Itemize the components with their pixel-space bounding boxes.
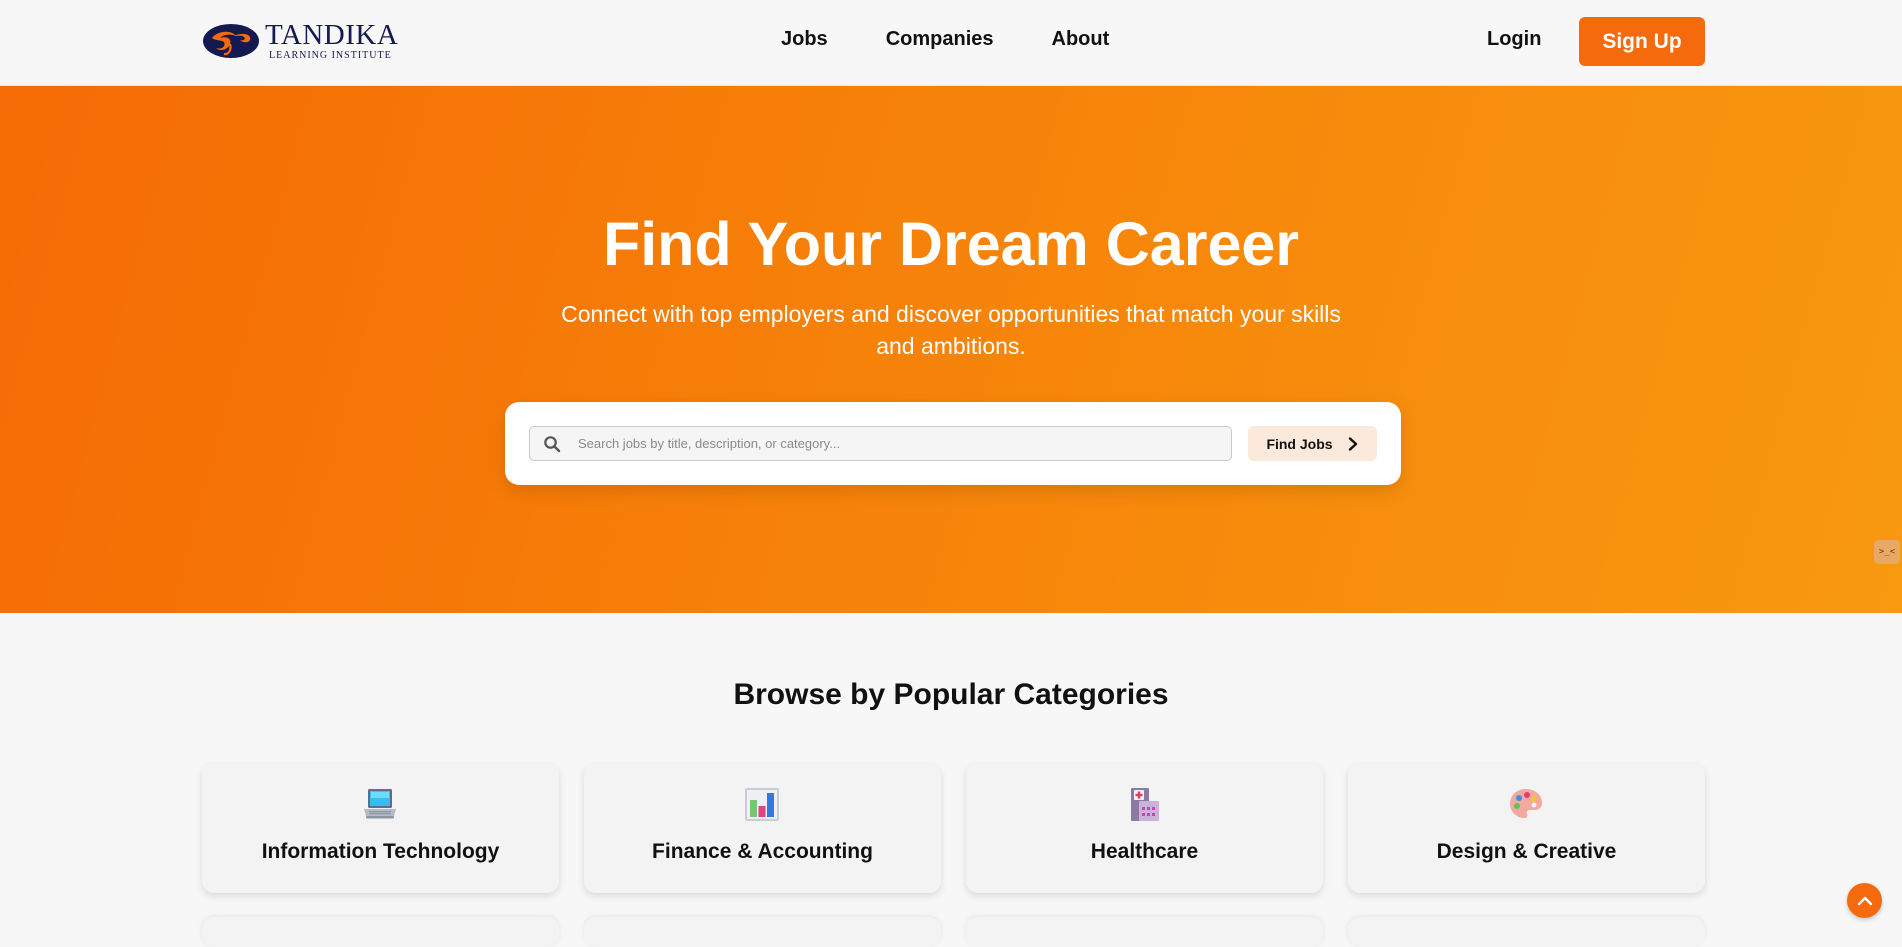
- palette-icon: [1510, 789, 1542, 818]
- categories-title: Browse by Popular Categories: [733, 678, 1169, 711]
- nav-link-companies[interactable]: Companies: [886, 28, 994, 51]
- category-card-design-creative[interactable]: Design & Creative: [1348, 763, 1705, 893]
- brand-name: TANDIKA: [265, 19, 399, 51]
- chevron-up-icon: [1857, 896, 1872, 905]
- main-nav: Jobs Companies About: [781, 28, 1167, 51]
- category-card-healthcare[interactable]: Healthcare: [966, 763, 1323, 893]
- search-icon: [544, 436, 561, 453]
- brand-subtitle: LEARNING INSTITUTE: [269, 50, 392, 61]
- login-link[interactable]: Login: [1487, 28, 1541, 51]
- search-input[interactable]: [576, 427, 1216, 460]
- find-jobs-button[interactable]: Find Jobs: [1248, 426, 1377, 461]
- nav-link-jobs[interactable]: Jobs: [781, 28, 828, 51]
- hospital-icon: [1131, 788, 1159, 821]
- category-card-finance-accounting[interactable]: Finance & Accounting: [584, 763, 941, 893]
- brand-logo[interactable]: TANDIKA LEARNING INSTITUTE: [202, 19, 399, 61]
- hero-section: Find Your Dream Career Connect with top …: [0, 86, 1902, 613]
- nav-link-about[interactable]: About: [1052, 28, 1110, 51]
- category-card-partial[interactable]: [966, 917, 1323, 947]
- category-card-partial[interactable]: [1348, 917, 1705, 947]
- side-feedback-widget[interactable]: >_<: [1874, 540, 1900, 564]
- laptop-icon: [364, 789, 396, 819]
- hero-title: Find Your Dream Career: [602, 210, 1300, 278]
- category-card-partial[interactable]: [584, 917, 941, 947]
- category-grid: Information Technology Finance & Account…: [202, 763, 1705, 893]
- category-label: Healthcare: [1090, 840, 1199, 863]
- site-header: TANDIKA LEARNING INSTITUTE Jobs Companie…: [0, 0, 1902, 86]
- category-card-partial[interactable]: [202, 917, 559, 947]
- find-jobs-label: Find Jobs: [1266, 435, 1333, 452]
- category-label: Information Technology: [261, 840, 500, 863]
- category-label: Finance & Accounting: [652, 840, 873, 863]
- category-card-information-technology[interactable]: Information Technology: [202, 763, 559, 893]
- chevron-right-icon: [1348, 436, 1357, 451]
- signup-button[interactable]: Sign Up: [1579, 17, 1705, 66]
- scroll-to-top-button[interactable]: [1847, 883, 1882, 918]
- search-card: Find Jobs: [505, 402, 1401, 485]
- logo-emblem-icon: [203, 24, 259, 58]
- category-label: Design & Creative: [1436, 840, 1617, 863]
- search-box[interactable]: [529, 426, 1232, 461]
- hero-subtitle: Connect with top employers and discover …: [561, 301, 1341, 359]
- bar-chart-icon: [745, 788, 779, 821]
